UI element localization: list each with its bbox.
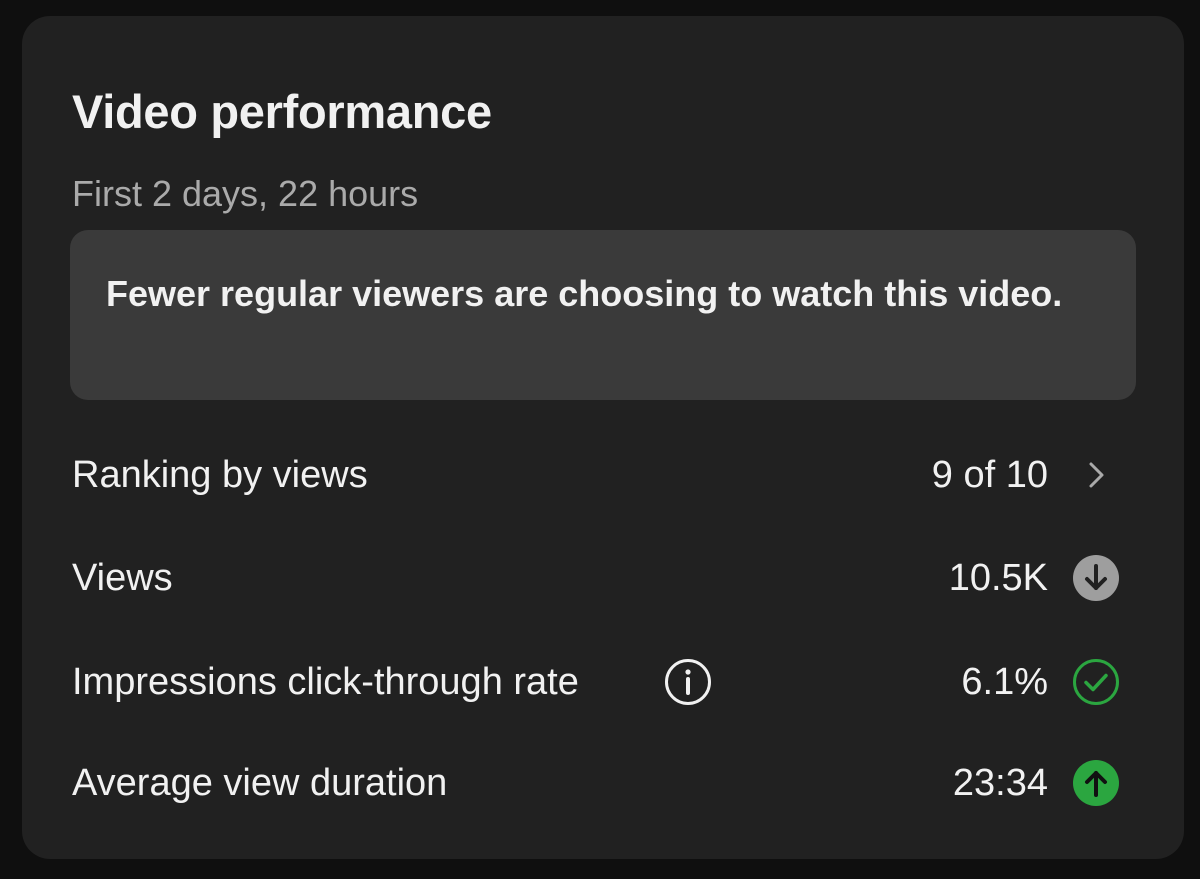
ctr-label: Impressions click-through rate <box>72 661 579 703</box>
insight-box: Fewer regular viewers are choosing to wa… <box>70 230 1136 400</box>
check-circle-icon <box>1072 658 1120 706</box>
views-label: Views <box>72 557 173 599</box>
ranking-value: 9 of 10 <box>931 454 1048 496</box>
avg-duration-value: 23:34 <box>952 762 1048 804</box>
chevron-right-icon[interactable] <box>1072 451 1120 499</box>
card-title: Video performance <box>72 85 492 138</box>
arrow-up-circle-icon <box>1072 759 1120 807</box>
card-subtitle: First 2 days, 22 hours <box>72 173 419 214</box>
views-row: Views 10.5K <box>72 548 1132 608</box>
arrow-down-circle-icon <box>1072 554 1120 602</box>
video-performance-card: Video performance First 2 days, 22 hours… <box>22 16 1184 859</box>
avg-duration-label: Average view duration <box>72 762 448 804</box>
avg-duration-row: Average view duration 23:34 <box>72 753 1132 813</box>
info-icon[interactable] <box>664 658 712 706</box>
views-value: 10.5K <box>948 557 1048 599</box>
ranking-label: Ranking by views <box>72 454 368 496</box>
ranking-row[interactable]: Ranking by views 9 of 10 <box>72 445 1132 505</box>
ctr-row: Impressions click-through rate 6.1% <box>72 652 1132 712</box>
insight-text: Fewer regular viewers are choosing to wa… <box>106 273 1063 314</box>
ctr-value: 6.1% <box>961 661 1048 703</box>
